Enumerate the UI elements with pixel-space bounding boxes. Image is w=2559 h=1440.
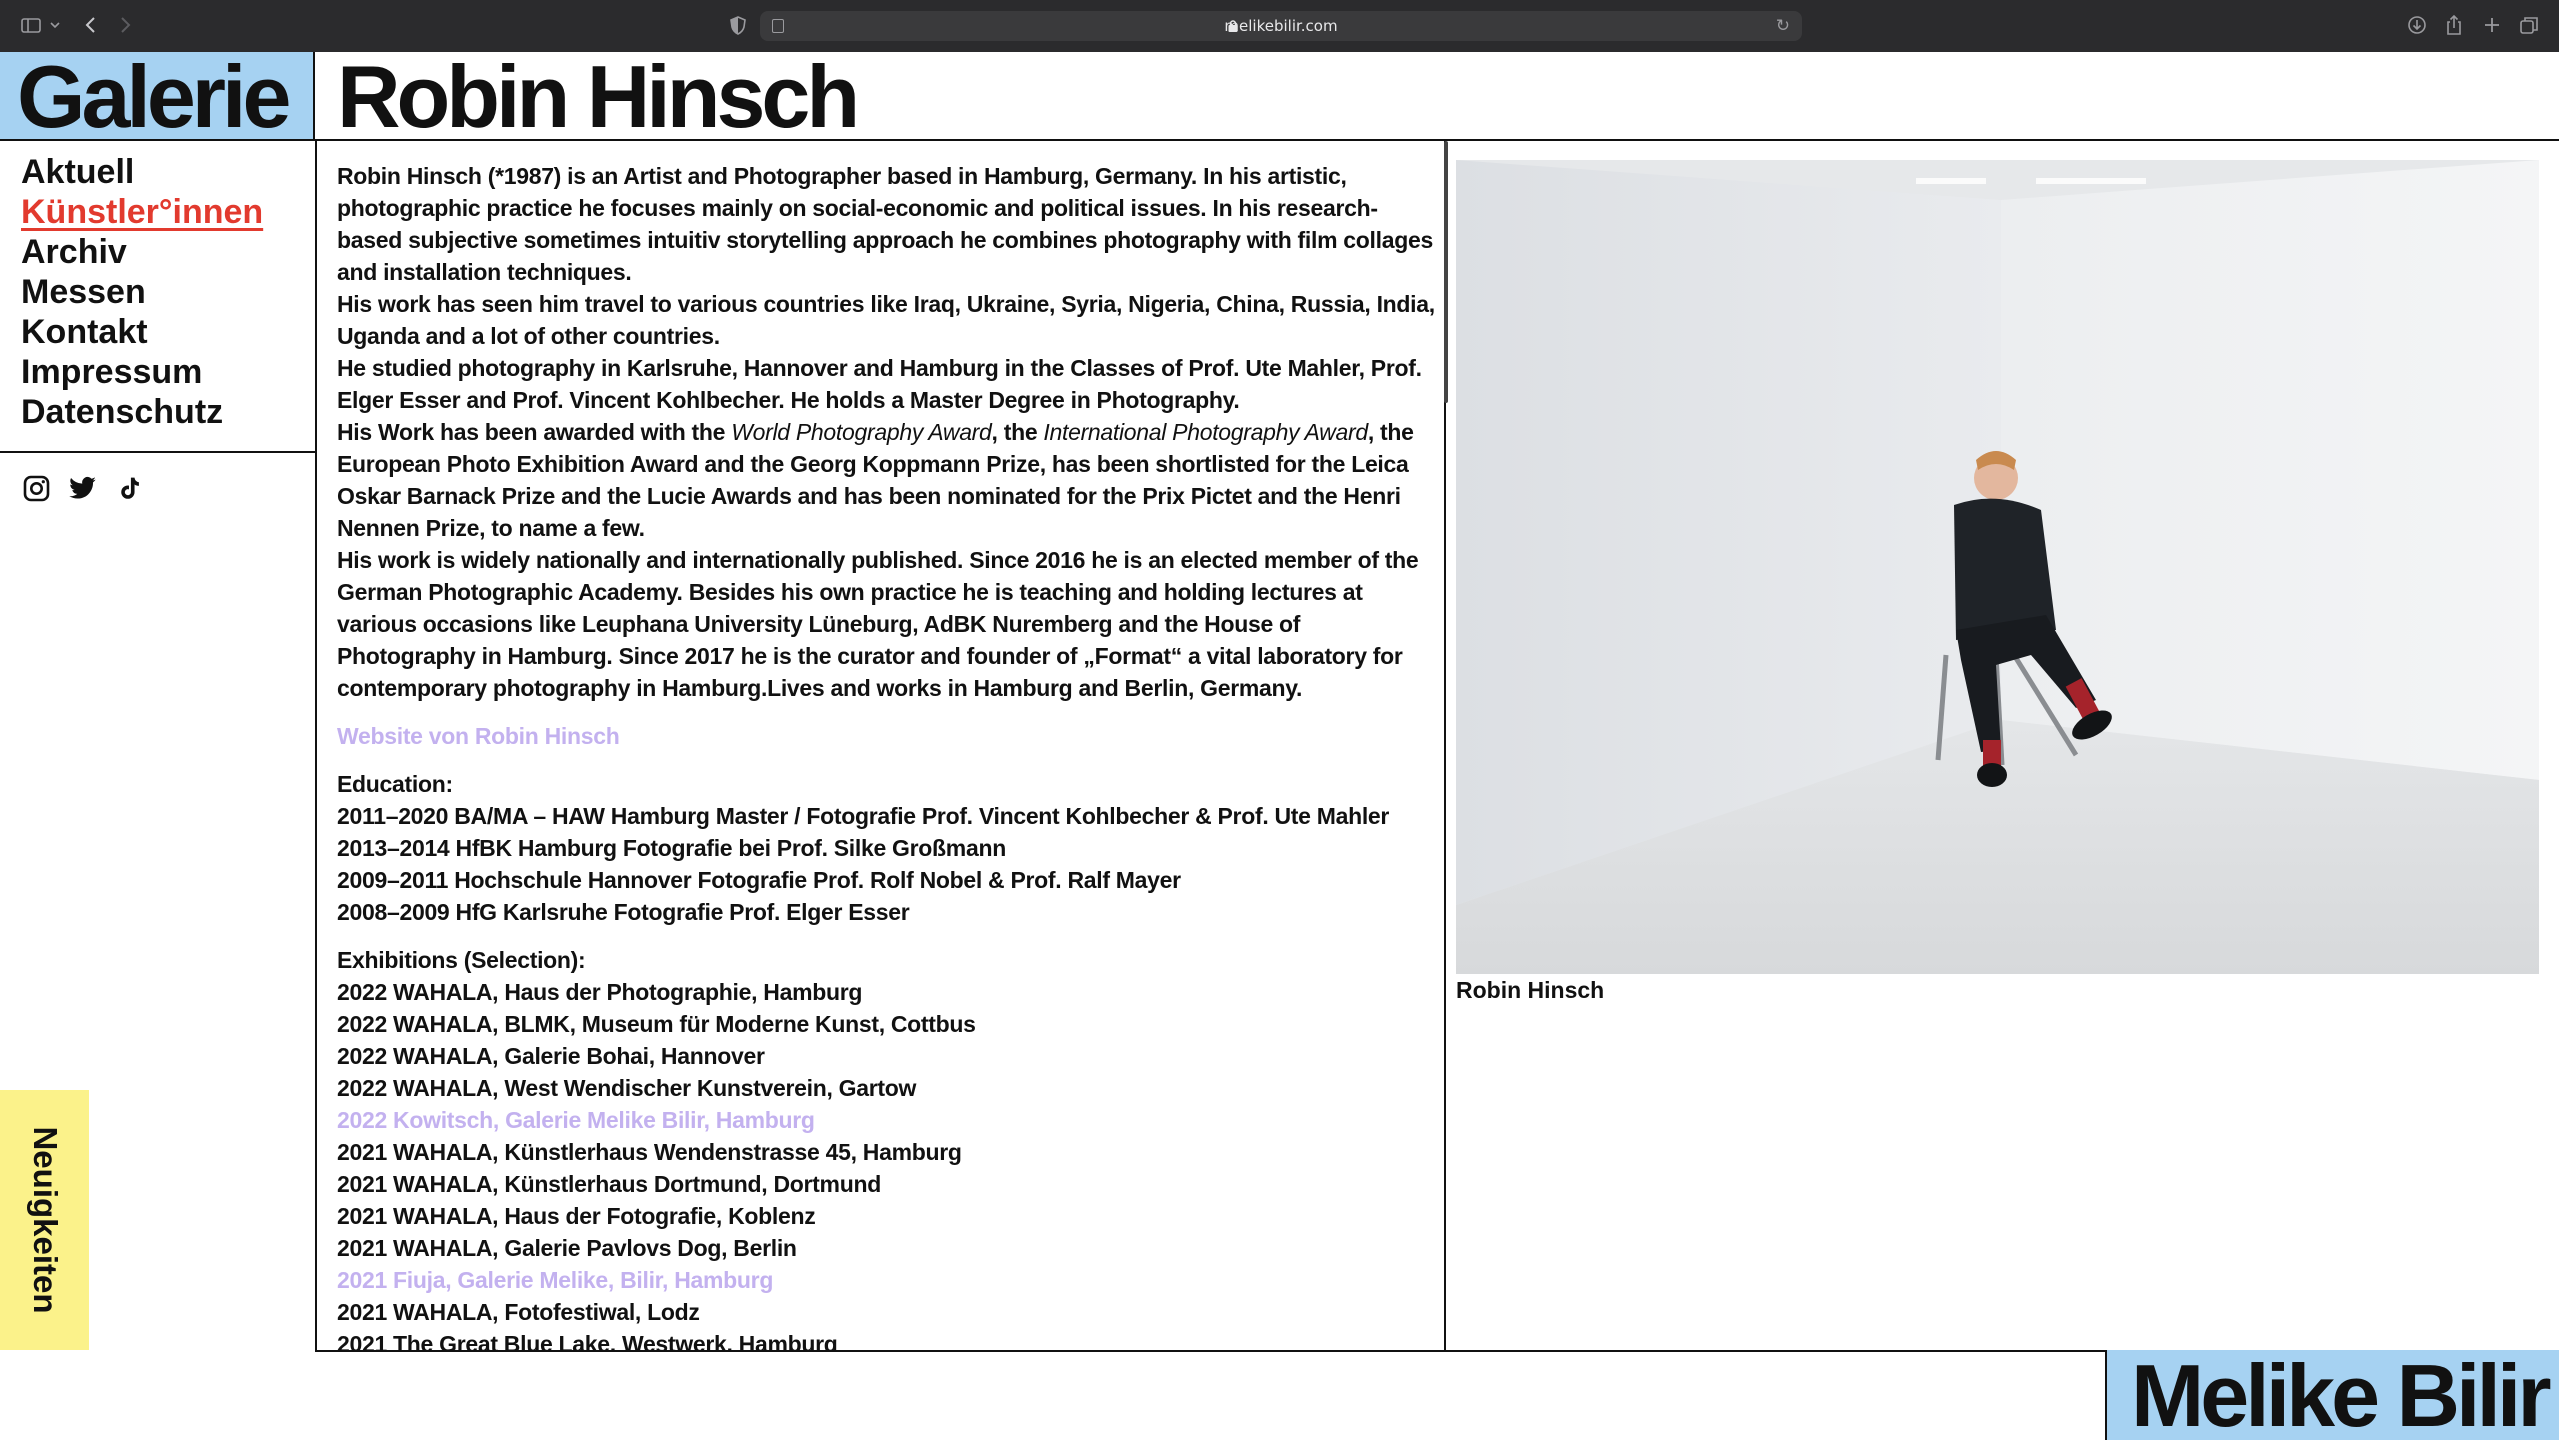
bio-paragraph: His work is widely nationally and intern… xyxy=(337,547,1419,701)
award-name: International Photography Award xyxy=(1043,419,1368,445)
exhibition-item: 2022 WAHALA, BLMK, Museum für Moderne Ku… xyxy=(337,1011,976,1037)
tabs-overview-icon[interactable] xyxy=(2518,12,2540,38)
exhibitions-heading: Exhibitions (Selection): xyxy=(337,947,586,973)
back-icon[interactable] xyxy=(82,12,100,38)
nav-item-kuenstlerinnen[interactable]: Künstler°innen xyxy=(21,192,263,232)
exhibition-link[interactable]: 2022 Kowitsch, Galerie Melike Bilir, Ham… xyxy=(337,1104,1437,1136)
url-text: melikebilir.com xyxy=(1224,17,1338,35)
artist-photo[interactable] xyxy=(1456,160,2539,974)
education-item: 2008–2009 HfG Karlsruhe Fotografie Prof.… xyxy=(337,899,910,925)
exhibition-link[interactable]: 2021 Fiuja, Galerie Melike, Bilir, Hambu… xyxy=(337,1264,1437,1296)
education-item: 2013–2014 HfBK Hamburg Fotografie bei Pr… xyxy=(337,835,1006,861)
shield-icon[interactable] xyxy=(728,12,748,38)
nav-item-messen[interactable]: Messen xyxy=(21,272,263,312)
site-logo-text[interactable]: Galerie xyxy=(17,52,291,141)
nav-item-datenschutz[interactable]: Datenschutz xyxy=(21,392,263,432)
exhibition-item: 2021 WAHALA, Künstlerhaus Dortmund, Dort… xyxy=(337,1171,881,1197)
exhibition-item: 2021 WAHALA, Künstlerhaus Wendenstrasse … xyxy=(337,1139,962,1165)
exhibition-item: 2021 The Great Blue Lake, Westwerk, Hamb… xyxy=(337,1331,838,1350)
instagram-icon[interactable] xyxy=(22,474,51,503)
tiktok-icon[interactable] xyxy=(114,474,143,503)
twitter-icon[interactable] xyxy=(68,474,97,503)
browser-toolbar: melikebilir.com ↻ xyxy=(0,0,2559,52)
photo-caption: Robin Hinsch xyxy=(1456,977,1605,1003)
sidebar-divider xyxy=(0,451,315,453)
content-left-border xyxy=(315,141,317,1352)
nav-item-archiv[interactable]: Archiv xyxy=(21,232,263,272)
exhibition-item: 2021 WAHALA, Fotofestiwal, Lodz xyxy=(337,1299,700,1325)
new-tab-icon[interactable] xyxy=(2482,12,2502,38)
exhibition-item: 2021 WAHALA, Galerie Pavlovs Dog, Berlin xyxy=(337,1235,797,1261)
gallery-brand-text[interactable]: Melike Bilir xyxy=(2131,1350,2552,1440)
page-header: Robin Hinsch xyxy=(315,52,2559,141)
site-logo[interactable]: Galerie xyxy=(0,52,315,141)
bio-text: , the xyxy=(991,419,1044,445)
education-item: 2011–2020 BA/MA – HAW Hamburg Master / F… xyxy=(337,803,1390,829)
reload-icon[interactable]: ↻ xyxy=(1776,11,1790,41)
forward-icon[interactable] xyxy=(116,12,134,38)
bio-text: His Work has been awarded with the xyxy=(337,419,732,445)
bio-paragraph-awards: His Work has been awarded with the World… xyxy=(337,416,1437,544)
bio-paragraph: He studied photography in Karlsruhe, Han… xyxy=(337,355,1422,413)
exhibition-item: 2022 WAHALA, West Wendischer Kunstverein… xyxy=(337,1075,917,1101)
gallery-brand[interactable]: Melike Bilir xyxy=(2105,1350,2559,1440)
nav-item-kontakt[interactable]: Kontakt xyxy=(21,312,263,352)
social-links xyxy=(22,474,143,503)
scrollbar-thumb[interactable] xyxy=(1444,141,1448,403)
sidebar-icon[interactable] xyxy=(20,12,42,38)
chevron-down-icon[interactable] xyxy=(48,12,62,38)
address-bar[interactable]: melikebilir.com ↻ xyxy=(760,11,1802,41)
education-heading: Education: xyxy=(337,771,453,797)
artist-bio-column[interactable]: Robin Hinsch (*1987) is an Artist and Ph… xyxy=(337,160,1437,1350)
award-name: World Photography Award xyxy=(731,419,992,445)
main-nav: Aktuell Künstler°innen Archiv Messen Kon… xyxy=(21,152,263,432)
artist-website-link[interactable]: Website von Robin Hinsch xyxy=(337,720,1437,752)
page-title: Robin Hinsch xyxy=(337,47,860,146)
exhibition-item: 2022 WAHALA, Haus der Photographie, Hamb… xyxy=(337,979,863,1005)
news-tab-label[interactable]: Neuigkeiten xyxy=(26,1126,64,1313)
exhibition-item: 2021 WAHALA, Haus der Fotografie, Koblen… xyxy=(337,1203,816,1229)
download-icon[interactable] xyxy=(2406,12,2428,38)
news-tab[interactable]: Neuigkeiten xyxy=(0,1090,89,1350)
bio-paragraph: His work has seen him travel to various … xyxy=(337,291,1435,349)
nav-item-impressum[interactable]: Impressum xyxy=(21,352,263,392)
share-icon[interactable] xyxy=(2444,12,2464,38)
bio-paragraph: Robin Hinsch (*1987) is an Artist and Ph… xyxy=(337,163,1433,285)
nav-item-aktuell[interactable]: Aktuell xyxy=(21,152,263,192)
exhibition-item: 2022 WAHALA, Galerie Bohai, Hannover xyxy=(337,1043,765,1069)
education-item: 2009–2011 Hochschule Hannover Fotografie… xyxy=(337,867,1181,893)
